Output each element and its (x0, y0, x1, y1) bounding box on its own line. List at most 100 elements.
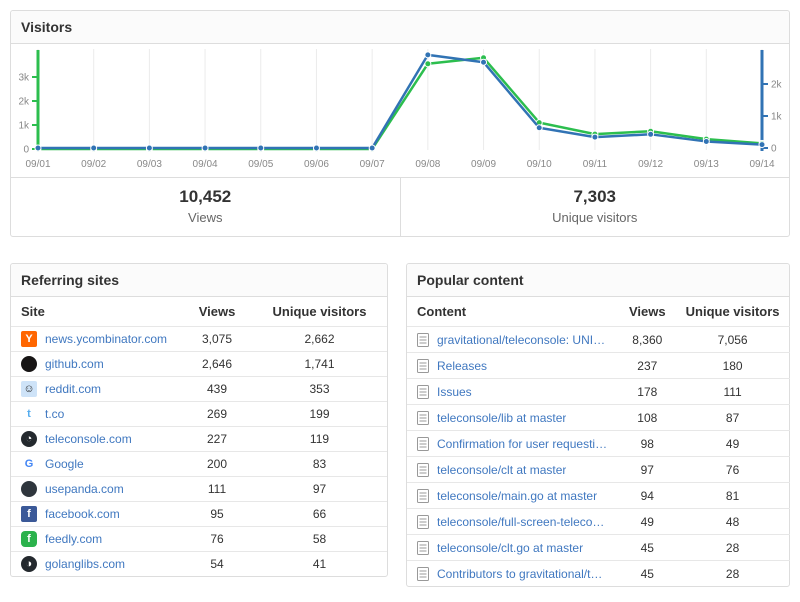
visitors-chart-container: 01k2k3k01k2k09/0109/0209/0309/0409/0509/… (11, 44, 789, 177)
popular-content-body: gravitational/teleconsole: UNIX shel... 8… (407, 327, 790, 587)
table-header-row: Site Views Unique visitors (11, 297, 387, 327)
svg-text:1k: 1k (18, 121, 30, 132)
content-link[interactable]: Confirmation for user requesting to ... (437, 437, 609, 451)
content-link[interactable]: teleconsole/clt at master (437, 463, 566, 477)
visitors-chart[interactable]: 01k2k3k01k2k09/0109/0209/0309/0409/0509/… (11, 44, 789, 177)
referring-site-link[interactable]: facebook.com (45, 507, 120, 521)
visitors-panel: Visitors 01k2k3k01k2k09/0109/0209/0309/0… (10, 10, 790, 237)
table-row: github.com2,6461,741 (11, 352, 387, 377)
right-axis-unique-visitors: 01k2k (762, 50, 783, 155)
referring-sites-table: Site Views Unique visitors Ynews.ycombin… (11, 297, 387, 576)
views-value: 237 (619, 353, 676, 379)
views-value: 54 (182, 552, 252, 577)
usepanda-favicon (21, 481, 37, 497)
unique-visitors-value: 111 (676, 379, 790, 405)
unique-visitors-value: 199 (252, 402, 387, 427)
column-header-unique-visitors: Unique visitors (676, 297, 790, 327)
referring-sites-body: Ynews.ycombinator.com3,0752,662github.co… (11, 327, 387, 577)
file-icon (417, 541, 429, 555)
views-value: 98 (619, 431, 676, 457)
views-value: 269 (182, 402, 252, 427)
unique-visitors-value: 76 (676, 457, 790, 483)
traffic-totals: 10,452 Views 7,303 Unique visitors (11, 177, 789, 236)
table-row: ◔teleconsole.com227119 (11, 427, 387, 452)
facebook-favicon: f (21, 506, 37, 522)
x-axis-date-labels: 09/0109/0209/0309/0409/0509/0609/0709/08… (25, 159, 774, 170)
total-views: 10,452 Views (11, 178, 400, 236)
popular-content-title: Popular content (407, 264, 789, 297)
svg-text:09/14: 09/14 (749, 159, 774, 170)
referring-site-link[interactable]: feedly.com (45, 532, 102, 546)
column-header-views: Views (619, 297, 676, 327)
content-link[interactable]: teleconsole/main.go at master (437, 489, 597, 503)
referring-site-link[interactable]: usepanda.com (45, 482, 124, 496)
unique-visitors-value: 28 (676, 535, 790, 561)
svg-text:09/10: 09/10 (527, 159, 552, 170)
svg-text:0: 0 (23, 145, 29, 156)
svg-text:1k: 1k (771, 112, 783, 123)
content-link[interactable]: Contributors to gravitational/teleco... (437, 567, 609, 581)
content-link[interactable]: teleconsole/clt.go at master (437, 541, 583, 555)
content-link[interactable]: teleconsole/lib at master (437, 411, 566, 425)
unique-visitors-value: 180 (676, 353, 790, 379)
unique-visitors-value: 7,056 (676, 327, 790, 353)
content-link[interactable]: gravitational/teleconsole: UNIX shel... (437, 333, 609, 347)
unique-visitors-value: 83 (252, 452, 387, 477)
views-value: 8,360 (619, 327, 676, 353)
unique-visitors-value: 81 (676, 483, 790, 509)
teleconsole-favicon: ◔ (21, 431, 37, 447)
svg-text:09/12: 09/12 (638, 159, 663, 170)
total-unique-visitors-label: Unique visitors (401, 210, 790, 225)
views-value: 94 (619, 483, 676, 509)
unique-visitors-value: 41 (252, 552, 387, 577)
content-link[interactable]: Issues (437, 385, 472, 399)
traffic-tables: Referring sites Site Views Unique visito… (10, 263, 790, 587)
table-row: Contributors to gravitational/teleco...4… (407, 561, 790, 587)
table-row: ffacebook.com9566 (11, 502, 387, 527)
visitors-panel-title: Visitors (11, 11, 789, 44)
content-link[interactable]: Releases (437, 359, 487, 373)
views-value: 108 (619, 405, 676, 431)
table-row: G Google 20083 (11, 452, 387, 477)
referring-site-link[interactable]: reddit.com (45, 382, 101, 396)
file-icon (417, 463, 429, 477)
referring-site-link[interactable]: news.ycombinator.com (45, 332, 167, 346)
unique-visitors-value: 97 (252, 477, 387, 502)
views-value: 111 (182, 477, 252, 502)
unique-visitors-value: 28 (676, 561, 790, 587)
svg-text:09/11: 09/11 (583, 159, 608, 170)
table-row: teleconsole/main.go at master 9481 (407, 483, 790, 509)
svg-text:09/01: 09/01 (25, 159, 50, 170)
reddit-favicon: ☺ (21, 381, 37, 397)
golanglibs-favicon: ◑ (21, 556, 37, 572)
google-favicon: G (21, 456, 37, 472)
file-icon (417, 411, 429, 425)
feedly-favicon: f (21, 531, 37, 547)
table-row: Confirmation for user requesting to ... 9… (407, 431, 790, 457)
svg-text:09/05: 09/05 (248, 159, 273, 170)
views-value: 45 (619, 535, 676, 561)
file-icon (417, 437, 429, 451)
left-axis-views: 01k2k3k (18, 50, 38, 156)
referring-site-link[interactable]: github.com (45, 357, 104, 371)
referring-site-link[interactable]: golanglibs.com (45, 557, 125, 571)
views-value: 3,075 (182, 327, 252, 352)
table-header-row: Content Views Unique visitors (407, 297, 790, 327)
popular-content-panel: Popular content Content Views Unique vis… (406, 263, 790, 587)
twitter-favicon: t (21, 406, 37, 422)
table-row: teleconsole/clt at master9776 (407, 457, 790, 483)
file-icon (417, 359, 429, 373)
svg-text:2k: 2k (771, 80, 783, 91)
views-value: 200 (182, 452, 252, 477)
svg-text:09/04: 09/04 (193, 159, 218, 170)
referring-sites-title: Referring sites (11, 264, 387, 297)
content-link[interactable]: teleconsole/full-screen-teleconsole... (437, 515, 609, 529)
referring-site-link[interactable]: t.co (45, 407, 64, 421)
file-icon (417, 515, 429, 529)
table-row: Issues178111 (407, 379, 790, 405)
svg-text:09/07: 09/07 (360, 159, 385, 170)
referring-site-link[interactable]: Google (45, 457, 84, 471)
unique-visitors-value: 119 (252, 427, 387, 452)
referring-site-link[interactable]: teleconsole.com (45, 432, 132, 446)
table-row: teleconsole/full-screen-teleconsole...49… (407, 509, 790, 535)
